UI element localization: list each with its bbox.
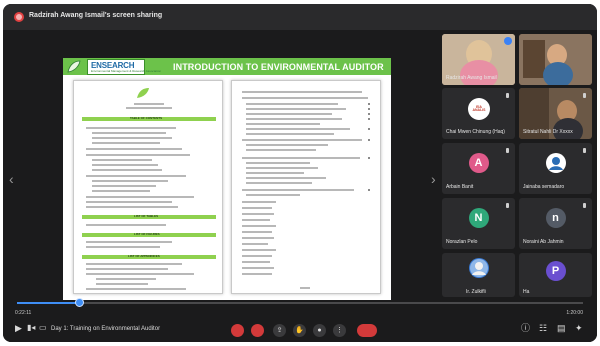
participant-name: Norazlan Pelo <box>446 239 478 245</box>
avatar: A <box>468 153 489 174</box>
meeting-window: Radzirah Awang Ismail's screen sharing ‹… <box>3 4 597 342</box>
activities-icon[interactable]: ✦ <box>575 324 583 333</box>
mic-button[interactable] <box>231 324 244 337</box>
participant-name: Chai Mwen Chinung (Haq) <box>446 129 505 135</box>
leave-call-button[interactable] <box>357 324 377 337</box>
avatar: N <box>468 208 489 229</box>
speaking-indicator-icon <box>504 37 512 45</box>
participant-name: Ha <box>523 289 530 295</box>
profile-photo-icon <box>469 259 488 278</box>
document-logo-icon <box>137 88 149 98</box>
slide-banner: ENSEARCH Environmental Management & Rese… <box>63 58 391 75</box>
participant-name: Sitratul Nahli Dr Xxxxx <box>523 129 573 135</box>
screen-icon[interactable]: ▭ <box>39 324 47 332</box>
participant-tile-norazlan[interactable]: N Norazlan Pelo <box>442 198 515 249</box>
chevron-left-icon[interactable]: ‹ <box>9 172 14 186</box>
ensearch-logo: ENSEARCH Environmental Management & Rese… <box>67 59 161 75</box>
chevron-right-icon[interactable]: › <box>431 172 436 186</box>
mic-off-icon <box>506 203 509 208</box>
mic-off-icon <box>583 148 586 153</box>
participant-name: Ir. Zulkifli <box>466 289 486 295</box>
window-title: Radzirah Awang Ismail's screen sharing <box>29 12 163 19</box>
volume-icon[interactable]: ▮◂ <box>27 324 35 332</box>
chat-icon[interactable]: ▤ <box>557 324 566 333</box>
meeting-label: Day 1: Training on Environmental Auditor <box>51 326 161 332</box>
document-page-right <box>231 80 381 294</box>
shared-slide: ENSEARCH Environmental Management & Rese… <box>63 58 391 300</box>
share-button[interactable]: ⇪ <box>273 324 286 337</box>
control-bar: ▶ ▮◂ ▭ Day 1: Training on Environmental … <box>3 317 597 342</box>
title-bar: Radzirah Awang Ismail's screen sharing <box>3 4 597 30</box>
participant-tile-video-4[interactable]: Sitratul Nahli Dr Xxxxx <box>519 88 592 139</box>
participant-tile-noraini[interactable]: n Noraini Ab Jahmin <box>519 198 592 249</box>
eia-logo-text: EIA ANALIS <box>472 105 486 112</box>
info-icon[interactable]: ⓘ <box>521 324 530 333</box>
recording-icon <box>14 12 24 22</box>
playback-progress-bar[interactable] <box>17 298 583 307</box>
reactions-button[interactable]: ✋ <box>293 324 306 337</box>
mic-off-icon <box>583 203 586 208</box>
eia-logo: EIA ANALIS <box>468 98 490 120</box>
mic-off-icon <box>583 93 586 98</box>
progress-handle[interactable] <box>75 298 85 307</box>
more-options-button[interactable]: ⋮ <box>333 324 346 337</box>
mic-off-icon <box>506 93 509 98</box>
elapsed-time: 0:22:11 <box>15 310 32 316</box>
toc-heading: TABLE OF CONTENTS <box>130 116 163 120</box>
screenshot-frame: Radzirah Awang Ismail's screen sharing ‹… <box>0 0 600 346</box>
participant-name: Radzirah Awang Ismail <box>446 75 497 81</box>
participant-name: Arbain Banit <box>446 184 474 190</box>
list-appendices-heading: LIST OF APPENDICES <box>128 254 160 258</box>
play-icon[interactable]: ▶ <box>15 324 22 333</box>
participant-tile-chai[interactable]: EIA ANALIS Chai Mwen Chinung (Haq) <box>442 88 515 139</box>
participant-tile-p[interactable]: P Ha <box>519 253 592 297</box>
record-button[interactable]: ● <box>313 324 326 337</box>
camera-button[interactable] <box>251 324 264 337</box>
participant-tile-jainaba[interactable]: Jainaba semadaro <box>519 143 592 194</box>
people-icon[interactable]: ☷ <box>539 324 547 333</box>
avatar: n <box>545 208 566 229</box>
avatar: P <box>545 260 566 281</box>
progress-fill <box>17 302 80 304</box>
total-time: 1:20:00 <box>566 310 583 316</box>
leaf-icon <box>67 60 81 73</box>
profile-photo-icon <box>546 154 565 173</box>
slide-title: INTRODUCTION TO ENVIRONMENTAL AUDITOR <box>173 62 384 72</box>
list-figures-heading: LIST OF FIGURES <box>134 232 160 236</box>
document-page-left: TABLE OF CONTENTS LIST OF TABLES LIST OF… <box>73 80 223 294</box>
participant-tile-arbain[interactable]: A Arbain Banit <box>442 143 515 194</box>
participant-tile-video-2[interactable] <box>519 34 592 85</box>
logo-subtitle: Environmental Management & Research Asso… <box>91 69 162 73</box>
participant-name: Jainaba semadaro <box>523 184 565 190</box>
mic-off-icon <box>506 148 509 153</box>
list-tables-heading: LIST OF TABLES <box>134 214 159 218</box>
participant-name: Noraini Ab Jahmin <box>523 239 564 245</box>
avatar <box>468 258 489 279</box>
participant-tile-radzirah[interactable]: Radzirah Awang Ismail <box>442 34 515 85</box>
avatar <box>545 153 566 174</box>
participant-tile-zulkifli[interactable]: Ir. Zulkifli <box>442 253 515 297</box>
